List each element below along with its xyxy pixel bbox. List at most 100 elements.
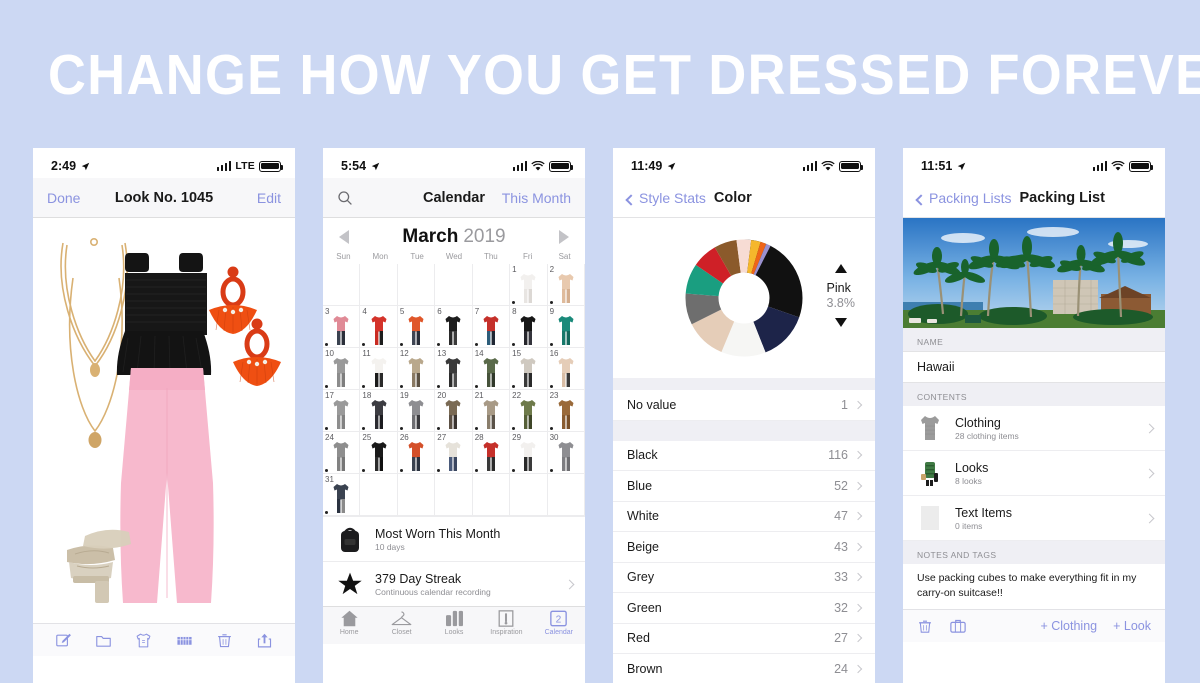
black-top-icon bbox=[116, 253, 212, 375]
list-row-no-value[interactable]: No value 1 bbox=[613, 390, 875, 421]
calendar-icon: 2 bbox=[550, 610, 568, 627]
packing-list-photo[interactable] bbox=[903, 218, 1165, 328]
calendar-day-number: 10 bbox=[325, 349, 334, 358]
calendar-day-dot bbox=[399, 385, 403, 388]
calendar-cell[interactable]: 12 bbox=[397, 348, 436, 390]
done-button[interactable]: Done bbox=[47, 190, 80, 206]
calendar-cell[interactable]: 25 bbox=[360, 432, 398, 474]
folder-icon[interactable] bbox=[95, 632, 112, 649]
green-look-thumb-icon bbox=[915, 457, 945, 489]
edit-button[interactable]: Edit bbox=[257, 190, 281, 206]
calendar-cell[interactable]: 23 bbox=[547, 390, 585, 432]
calendar-cell[interactable]: 22 bbox=[510, 390, 548, 432]
trash-icon[interactable] bbox=[917, 618, 933, 635]
look-canvas[interactable] bbox=[33, 218, 295, 656]
calendar-cell[interactable]: 17 bbox=[323, 390, 361, 432]
add-look-button[interactable]: + Look bbox=[1113, 619, 1151, 633]
calendar-cell[interactable]: 3 bbox=[323, 306, 361, 348]
row-count: 43 bbox=[834, 539, 848, 554]
trash-icon[interactable] bbox=[216, 632, 233, 649]
suitcase-icon[interactable] bbox=[949, 618, 967, 635]
grid-icon[interactable] bbox=[176, 632, 193, 649]
clothing-icon[interactable] bbox=[135, 632, 152, 649]
tab-closet[interactable]: Closet bbox=[375, 610, 427, 636]
calendar-cell[interactable]: 21 bbox=[472, 390, 511, 432]
contents-section-label: CONTENTS bbox=[903, 383, 1165, 406]
color-donut-chart[interactable]: Pink 3.8% bbox=[613, 218, 875, 378]
calendar-cell[interactable]: 6 bbox=[435, 306, 473, 348]
tab-home[interactable]: Home bbox=[323, 610, 375, 636]
color-list-row[interactable]: White 47 bbox=[613, 501, 875, 532]
tab-calendar[interactable]: 2 Calendar bbox=[533, 610, 585, 636]
search-icon[interactable] bbox=[337, 190, 353, 206]
calendar-cell[interactable]: 9 bbox=[547, 306, 585, 348]
color-list-row[interactable]: Beige 43 bbox=[613, 532, 875, 563]
edit-icon[interactable] bbox=[55, 632, 72, 649]
color-list-row[interactable]: Black 116 bbox=[613, 440, 875, 471]
calendar-cell[interactable]: 7 bbox=[472, 306, 511, 348]
calendar-day-number: 12 bbox=[399, 349, 409, 358]
tab-inspiration[interactable]: Inspiration bbox=[480, 610, 532, 636]
color-list-row[interactable]: Grey 33 bbox=[613, 562, 875, 593]
calendar-day-dot bbox=[549, 427, 553, 430]
calendar-cell[interactable]: 20 bbox=[435, 390, 473, 432]
contents-row-looks[interactable]: Looks 8 looks bbox=[903, 451, 1165, 496]
calendar-cell[interactable]: 10 bbox=[323, 348, 361, 390]
streak-row[interactable]: 379 Day Streak Continuous calendar recor… bbox=[323, 561, 585, 606]
most-worn-row[interactable]: Most Worn This Month 10 days bbox=[323, 516, 585, 561]
calendar-cell[interactable]: 30 bbox=[547, 432, 585, 474]
section-gap bbox=[613, 378, 875, 390]
calendar-cell[interactable]: 26 bbox=[397, 432, 436, 474]
calendar-cell[interactable]: 28 bbox=[472, 432, 511, 474]
calendar-cell[interactable]: 11 bbox=[360, 348, 398, 390]
contents-row-clothing[interactable]: Clothing 28 clothing items bbox=[903, 406, 1165, 451]
calendar-day-dot bbox=[399, 427, 403, 430]
calendar-cell[interactable]: 27 bbox=[435, 432, 473, 474]
add-clothing-button[interactable]: + Clothing bbox=[1040, 619, 1097, 633]
calendar-cell[interactable]: 8 bbox=[510, 306, 548, 348]
contents-row-text-items[interactable]: Text Items 0 items bbox=[903, 496, 1165, 541]
calendar-day-dot bbox=[325, 469, 328, 472]
back-button-packing-lists[interactable]: Packing Lists bbox=[915, 190, 1011, 206]
row-label: Green bbox=[627, 600, 662, 615]
calendar-day-dot bbox=[549, 469, 553, 472]
calendar-cell[interactable]: 16 bbox=[547, 348, 585, 390]
calendar-cell[interactable]: 13 bbox=[435, 348, 473, 390]
home-icon bbox=[341, 610, 358, 627]
calendar-cell[interactable]: 1 bbox=[510, 264, 548, 306]
color-list-row[interactable]: Brown 24 bbox=[613, 654, 875, 683]
calendar-cell[interactable]: 14 bbox=[472, 348, 511, 390]
battery-icon bbox=[259, 160, 284, 172]
legend-label: Pink bbox=[826, 281, 851, 295]
calendar-cell[interactable]: 24 bbox=[323, 432, 361, 474]
color-list-row[interactable]: Blue 52 bbox=[613, 471, 875, 502]
calendar-cell[interactable]: 18 bbox=[360, 390, 398, 432]
color-list-row[interactable]: Red 27 bbox=[613, 623, 875, 654]
calendar-cell[interactable]: 4 bbox=[360, 306, 398, 348]
page-headline: CHANGE HOW YOU GET DRESSED FOREVER bbox=[48, 43, 1200, 107]
name-section-label: NAME bbox=[903, 328, 1165, 351]
next-month-icon[interactable] bbox=[559, 230, 569, 244]
back-button-style-stats[interactable]: Style Stats bbox=[625, 190, 706, 206]
triangle-down-icon[interactable] bbox=[834, 318, 847, 327]
calendar-cell[interactable]: 2 bbox=[547, 264, 585, 306]
share-icon[interactable] bbox=[256, 632, 273, 649]
calendar-cell[interactable]: 19 bbox=[397, 390, 436, 432]
tab-looks[interactable]: Looks bbox=[428, 610, 480, 636]
tab-label: Closet bbox=[391, 629, 412, 636]
signal-icon bbox=[216, 161, 232, 171]
calendar-cell[interactable]: 15 bbox=[510, 348, 548, 390]
row-count: 52 bbox=[834, 478, 848, 493]
calendar-cell[interactable]: 5 bbox=[397, 306, 436, 348]
prev-month-icon[interactable] bbox=[339, 230, 349, 244]
triangle-up-icon[interactable] bbox=[834, 264, 847, 273]
calendar-day-number: 7 bbox=[474, 307, 480, 316]
calendar-cell[interactable]: 29 bbox=[510, 432, 548, 474]
calendar-day-number: 2 bbox=[549, 265, 555, 274]
color-list-row[interactable]: Green 32 bbox=[613, 593, 875, 624]
notes-field[interactable]: Use packing cubes to make everything fit… bbox=[903, 564, 1165, 610]
name-field[interactable]: Hawaii bbox=[903, 351, 1165, 383]
calendar-cell[interactable]: 31 bbox=[323, 474, 361, 516]
status-time: 2:49 bbox=[51, 159, 77, 173]
this-month-button[interactable]: This Month bbox=[502, 190, 571, 206]
